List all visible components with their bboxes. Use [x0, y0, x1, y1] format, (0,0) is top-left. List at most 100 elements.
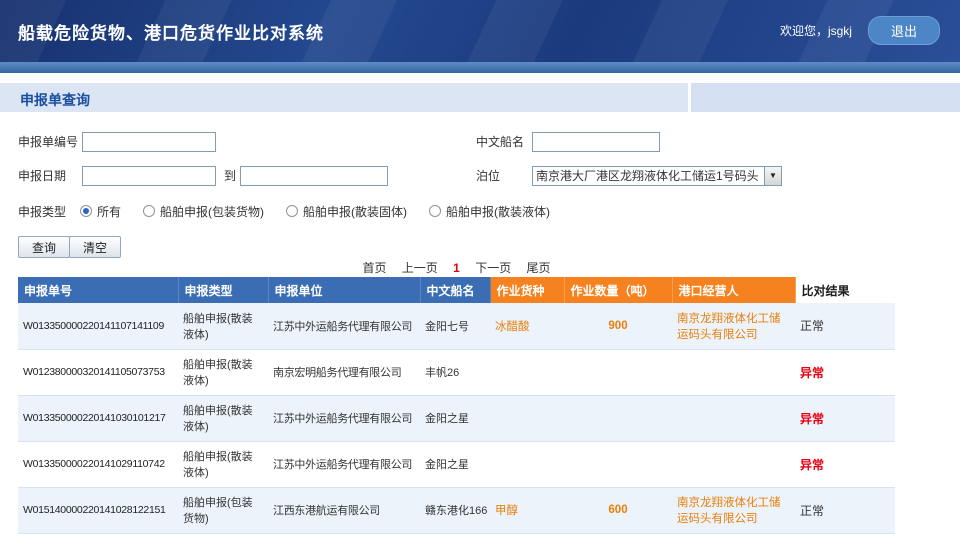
- section-divider: [688, 83, 691, 112]
- table-row[interactable]: W013350000220141107141109 船舶申报(散装液体) 江苏中…: [18, 303, 895, 349]
- cell-ship: 金阳七号: [420, 303, 490, 349]
- cell-unit: 江西东港航运有限公司: [268, 487, 420, 533]
- pagination-prev[interactable]: 上一页: [402, 261, 438, 275]
- col-header-decl-no: 申报单号: [18, 277, 178, 303]
- cell-decl-no: W015140000220141028122151: [18, 487, 178, 533]
- query-form: 申报单编号 中文船名 申报日期 到 泊位 南京港大厂港区龙翔液体化工储运1号码头…: [0, 112, 960, 258]
- cell-cargo: 甲醇: [490, 487, 564, 533]
- date-from-input[interactable]: [82, 166, 216, 186]
- cell-type: 船舶申报(散装液体): [178, 441, 268, 487]
- col-header-qty: 作业数量（吨）: [564, 277, 672, 303]
- header-right: 欢迎您，jsgkj 退出: [780, 16, 940, 45]
- header-accent-strip: [0, 62, 960, 73]
- results-table: 申报单号 申报类型 申报单位 中文船名 作业货种 作业数量（吨） 港口经营人 比…: [18, 277, 895, 534]
- type-label: 申报类型: [18, 202, 66, 222]
- ship-name-input[interactable]: [532, 132, 660, 152]
- table-header-row: 申报单号 申报类型 申报单位 中文船名 作业货种 作业数量（吨） 港口经营人 比…: [18, 277, 895, 303]
- cell-unit: 江苏中外运船务代理有限公司: [268, 395, 420, 441]
- radio-icon[interactable]: [143, 205, 155, 217]
- section-title-bar: 申报单查询: [0, 83, 960, 112]
- cell-ship: 丰帆26: [420, 349, 490, 395]
- radio-bulk-liquid[interactable]: 船舶申报(散装液体): [429, 203, 550, 220]
- cell-type: 船舶申报(散装液体): [178, 303, 268, 349]
- radio-label: 所有: [97, 203, 121, 220]
- ship-name-label: 中文船名: [476, 132, 524, 152]
- cell-cargo: [490, 441, 564, 487]
- col-header-type: 申报类型: [178, 277, 268, 303]
- radio-label: 船舶申报(散装液体): [446, 203, 550, 220]
- cell-qty: 900: [564, 303, 672, 349]
- cell-cargo: [490, 349, 564, 395]
- logout-button[interactable]: 退出: [868, 16, 940, 45]
- cell-cargo: [490, 395, 564, 441]
- app-header: 船载危险货物、港口危货作业比对系统 欢迎您，jsgkj 退出: [0, 0, 960, 62]
- declaration-type-radios: 所有 船舶申报(包装货物) 船舶申报(散装固体) 船舶申报(散装液体): [80, 202, 550, 220]
- cell-unit: 江苏中外运船务代理有限公司: [268, 303, 420, 349]
- radio-all[interactable]: 所有: [80, 203, 121, 220]
- cell-unit: 江苏中外运船务代理有限公司: [268, 441, 420, 487]
- berth-label: 泊位: [476, 166, 500, 186]
- cell-operator: 南京龙翔液体化工储运码头有限公司: [672, 303, 795, 349]
- cell-result: 正常: [795, 303, 895, 349]
- query-button[interactable]: 查询: [18, 236, 70, 258]
- cell-result: 异常: [795, 395, 895, 441]
- radio-label: 船舶申报(散装固体): [303, 203, 407, 220]
- cell-type: 船舶申报(包装货物): [178, 487, 268, 533]
- table-row[interactable]: W015140000220141028122151 船舶申报(包装货物) 江西东…: [18, 487, 895, 533]
- cell-ship: 赣东港化166: [420, 487, 490, 533]
- cell-type: 船舶申报(散装液体): [178, 349, 268, 395]
- cell-qty: 600: [564, 487, 672, 533]
- table-row[interactable]: W013350000220141030101217 船舶申报(散装液体) 江苏中…: [18, 395, 895, 441]
- berth-select-value: 南京港大厂港区龙翔液体化工储运1号码头: [536, 167, 763, 185]
- radio-icon[interactable]: [286, 205, 298, 217]
- cell-qty: [564, 349, 672, 395]
- cell-decl-no: W013350000220141030101217: [18, 395, 178, 441]
- section-bar-right-segment: [691, 83, 960, 112]
- page-title: 申报单查询: [20, 90, 90, 110]
- berth-select[interactable]: 南京港大厂港区龙翔液体化工储运1号码头 ▼: [532, 166, 782, 186]
- pagination-next[interactable]: 下一页: [475, 261, 511, 275]
- cell-decl-no: W013350000220141029110742: [18, 441, 178, 487]
- cell-decl-no: W012380000320141105073753: [18, 349, 178, 395]
- col-header-operator: 港口经营人: [672, 277, 795, 303]
- radio-icon[interactable]: [80, 205, 92, 217]
- cell-cargo: 冰醋酸: [490, 303, 564, 349]
- col-header-unit: 申报单位: [268, 277, 420, 303]
- pagination-first[interactable]: 首页: [362, 261, 386, 275]
- pagination-last[interactable]: 尾页: [527, 261, 551, 275]
- page: 船载危险货物、港口危货作业比对系统 欢迎您，jsgkj 退出 申报单查询 申报单…: [0, 0, 960, 538]
- cell-result: 异常: [795, 441, 895, 487]
- table-row[interactable]: W012380000320141105073753 船舶申报(散装液体) 南京宏…: [18, 349, 895, 395]
- cell-result: 异常: [795, 349, 895, 395]
- radio-label: 船舶申报(包装货物): [160, 203, 264, 220]
- cell-qty: [564, 395, 672, 441]
- col-header-result: 比对结果: [795, 277, 895, 303]
- welcome-text: 欢迎您，jsgkj: [780, 22, 852, 39]
- cell-ship: 金阳之星: [420, 395, 490, 441]
- radio-icon[interactable]: [429, 205, 441, 217]
- cell-ship: 金阳之星: [420, 441, 490, 487]
- app-title: 船载危险货物、港口危货作业比对系统: [18, 19, 324, 44]
- cell-operator: [672, 395, 795, 441]
- cell-operator: [672, 349, 795, 395]
- table-row[interactable]: W013350000220141029110742 船舶申报(散装液体) 江苏中…: [18, 441, 895, 487]
- col-header-cargo: 作业货种: [490, 277, 564, 303]
- cell-operator: [672, 441, 795, 487]
- radio-packaged-goods[interactable]: 船舶申报(包装货物): [143, 203, 264, 220]
- cell-decl-no: W013350000220141107141109: [18, 303, 178, 349]
- radio-bulk-solid[interactable]: 船舶申报(散装固体): [286, 203, 407, 220]
- pagination-current-page: 1: [453, 261, 460, 275]
- cell-unit: 南京宏明船务代理有限公司: [268, 349, 420, 395]
- decl-no-input[interactable]: [82, 132, 216, 152]
- decl-no-label: 申报单编号: [18, 132, 78, 152]
- clear-button[interactable]: 清空: [69, 236, 121, 258]
- date-to-input[interactable]: [240, 166, 388, 186]
- col-header-ship: 中文船名: [420, 277, 490, 303]
- date-to-word: 到: [224, 166, 236, 186]
- chevron-down-icon[interactable]: ▼: [764, 167, 781, 185]
- date-label: 申报日期: [18, 166, 66, 186]
- pagination: 首页 上一页 1 下一页 尾页: [18, 259, 895, 276]
- cell-qty: [564, 441, 672, 487]
- cell-result: 正常: [795, 487, 895, 533]
- cell-type: 船舶申报(散装液体): [178, 395, 268, 441]
